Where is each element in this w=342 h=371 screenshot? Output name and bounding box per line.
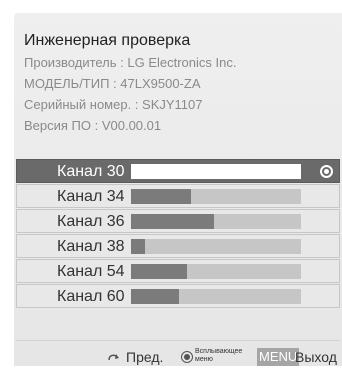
back-label[interactable]: Пред. bbox=[126, 347, 163, 367]
channel-label: Канал 34 bbox=[57, 188, 125, 205]
engineering-check-panel: Инженерная проверка Производитель : LG E… bbox=[14, 13, 342, 366]
channel-row-30[interactable]: Канал 30 bbox=[16, 159, 340, 183]
menu-key-icon: MENU bbox=[257, 348, 300, 366]
signal-bar-fill bbox=[131, 214, 215, 229]
signal-bar-fill bbox=[131, 189, 191, 204]
signal-bar bbox=[131, 289, 301, 304]
page-title: Инженерная проверка bbox=[24, 32, 191, 49]
signal-bar bbox=[131, 239, 301, 254]
signal-bar-fill bbox=[131, 289, 179, 304]
channel-label: Канал 36 bbox=[57, 213, 125, 230]
channel-label: Канал 54 bbox=[57, 263, 125, 280]
signal-bar bbox=[131, 164, 301, 179]
signal-bar-fill bbox=[131, 264, 188, 279]
manufacturer-text: Производитель : LG Electronics Inc. bbox=[24, 55, 237, 70]
back-arrow-icon bbox=[108, 354, 119, 361]
channel-row-36[interactable]: Канал 36 bbox=[16, 209, 340, 233]
channel-list: Канал 30 Канал 34 Канал 36 Канал 38 Кана… bbox=[16, 159, 340, 309]
signal-bar bbox=[131, 214, 301, 229]
signal-bar-fill bbox=[131, 239, 145, 254]
channel-row-60[interactable]: Канал 60 bbox=[16, 284, 340, 308]
signal-bar bbox=[131, 264, 301, 279]
device-info: Инженерная проверка Производитель : LG E… bbox=[24, 31, 236, 136]
channel-label: Канал 60 bbox=[57, 288, 125, 305]
popup-menu-label[interactable]: Всплывающее меню bbox=[195, 348, 255, 364]
version-text: Версия ПО : V00.00.01 bbox=[24, 118, 162, 133]
footer-divider bbox=[16, 340, 340, 341]
channel-row-54[interactable]: Канал 54 bbox=[16, 259, 340, 283]
model-text: МОДЕЛЬ/ТИП : 47LX9500-ZA bbox=[24, 76, 201, 91]
radio-selected-icon[interactable] bbox=[320, 165, 333, 178]
channel-row-34[interactable]: Канал 34 bbox=[16, 184, 340, 208]
exit-label[interactable]: Выход bbox=[295, 347, 337, 367]
serial-text: Серийный номер. : SKJY1107 bbox=[24, 97, 203, 112]
channel-row-38[interactable]: Канал 38 bbox=[16, 234, 340, 258]
signal-bar bbox=[131, 189, 301, 204]
channel-label: Канал 30 bbox=[57, 163, 125, 180]
ok-button-icon bbox=[181, 351, 193, 363]
footer-hints: Пред. Всплывающее меню MENU Выход bbox=[14, 347, 342, 371]
channel-label: Канал 38 bbox=[57, 238, 125, 255]
